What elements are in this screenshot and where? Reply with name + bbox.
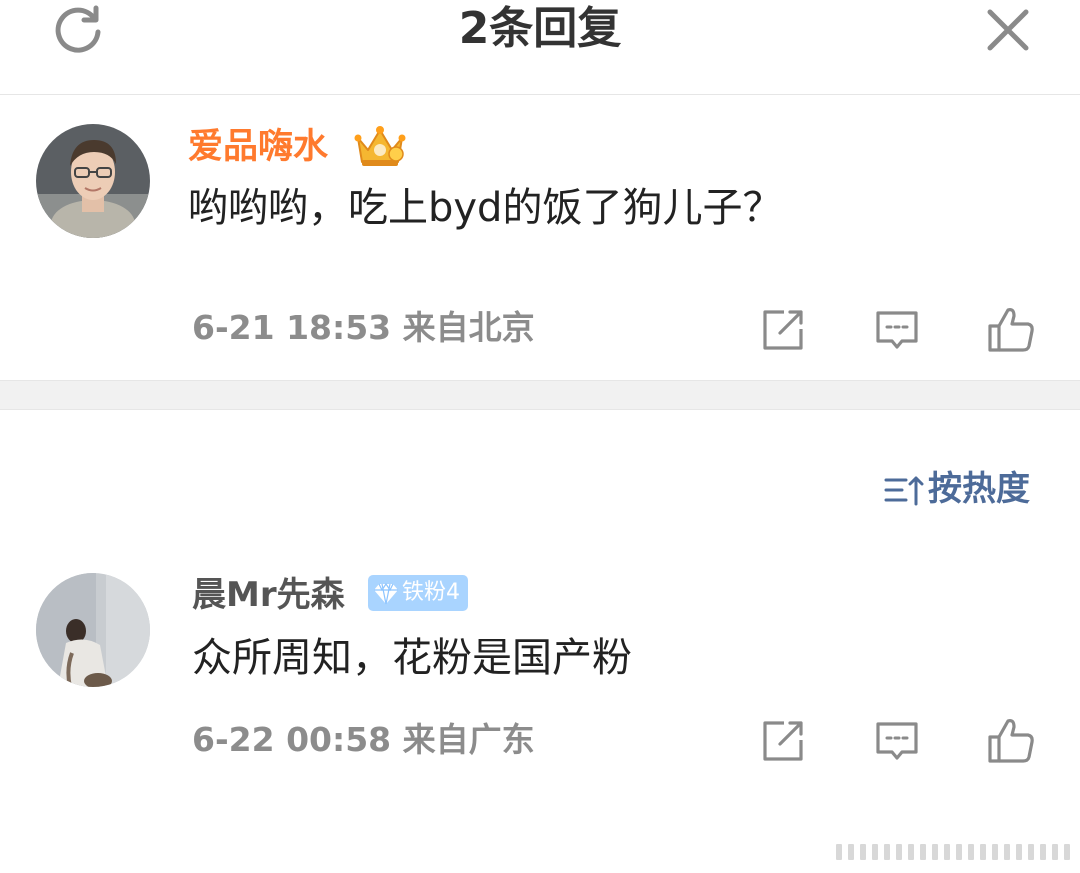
reply-author[interactable]: 晨Mr先森 — [192, 572, 345, 618]
reply-text: 众所周知，花粉是国产粉 — [192, 635, 632, 681]
avatar[interactable] — [36, 124, 150, 238]
comment-icon[interactable] — [874, 307, 920, 353]
fan-badge[interactable]: 铁粉4 — [368, 575, 468, 611]
reply-page: 2条回复 爱品嗨水 哟哟哟，吃上byd的饭了狗儿子？ 6-21 18:53 来自… — [0, 0, 1080, 873]
comment-text: 哟哟哟，吃上byd的饭了狗儿子？ — [188, 185, 783, 231]
share-icon[interactable] — [760, 307, 806, 353]
sort-label: 按热度 — [928, 469, 1030, 509]
header-bar: 2条回复 — [0, 0, 1080, 95]
like-icon[interactable] — [986, 304, 1036, 354]
diamond-icon — [374, 582, 398, 605]
badge-label: 铁粉4 — [402, 580, 460, 605]
watermark-icon — [836, 844, 1070, 860]
section-divider — [0, 380, 1080, 410]
page-title: 2条回复 — [458, 3, 622, 54]
share-icon[interactable] — [760, 718, 806, 764]
reply-meta: 6-22 00:58 来自广东 — [192, 720, 535, 759]
sort-icon — [884, 476, 924, 506]
close-icon[interactable] — [982, 4, 1034, 56]
avatar[interactable] — [36, 573, 150, 687]
comment-meta: 6-21 18:53 来自北京 — [192, 308, 535, 347]
comment-icon[interactable] — [874, 718, 920, 764]
like-icon[interactable] — [986, 715, 1036, 765]
crown-icon — [354, 126, 406, 166]
comment-author[interactable]: 爱品嗨水 — [188, 124, 328, 170]
